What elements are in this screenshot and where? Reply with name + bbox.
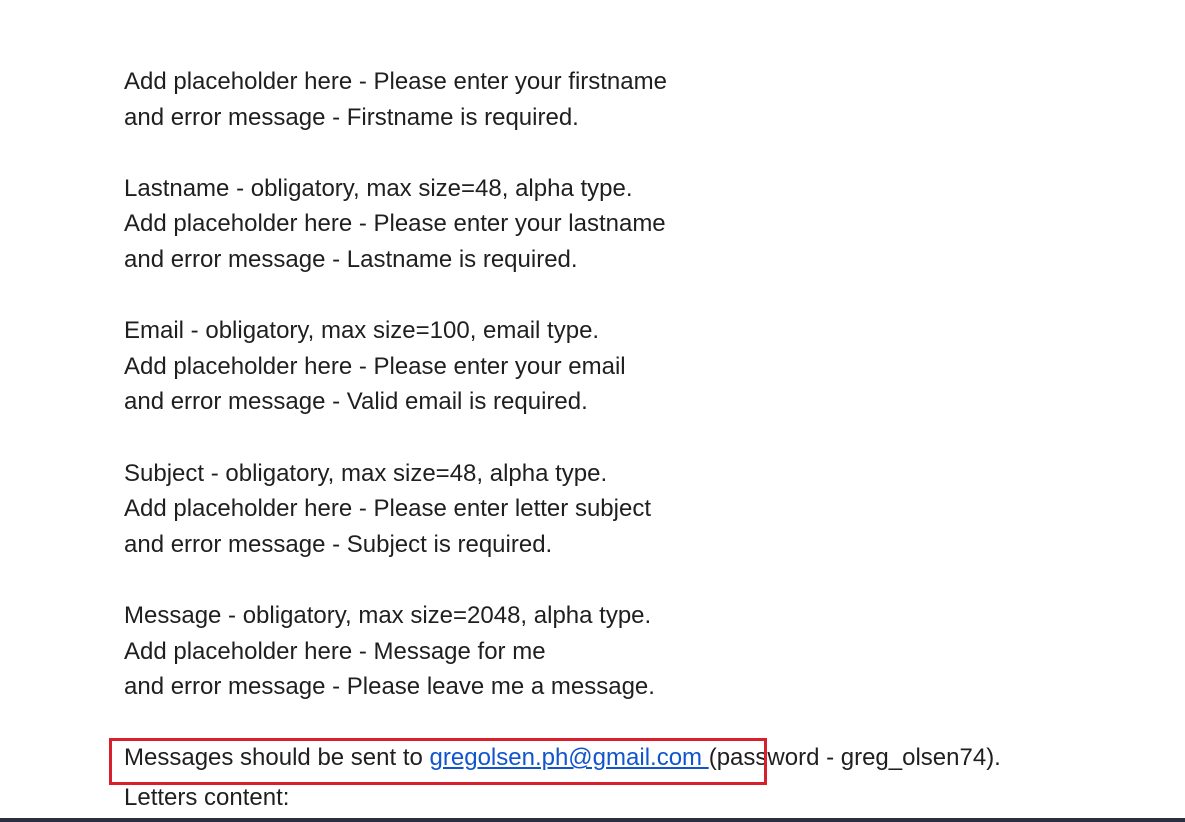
email-block: Email - obligatory, max size=100, email … [124, 313, 1164, 420]
message-error-line: and error message - Please leave me a me… [124, 673, 655, 701]
subject-error-line: and error message - Subject is required. [124, 530, 553, 558]
email-link[interactable]: gregolsen.ph@gmail.com [430, 744, 709, 771]
firstname-error-line: and error message - Firstname is require… [124, 103, 579, 131]
message-block: Message - obligatory, max size=2048, alp… [124, 598, 1164, 705]
firstname-placeholder-line: Add placeholder here - Please enter your… [124, 68, 667, 95]
lastname-error-line: and error message - Lastname is required… [124, 245, 578, 273]
email-placeholder-line: Add placeholder here - Please enter your… [124, 352, 626, 380]
send-to-suffix: (password - greg_olsen74). [708, 744, 1001, 772]
send-to-block: Messages should be sent to gregolsen.ph@… [124, 740, 1164, 776]
lastname-spec-line: Lastname - obligatory, max size=48, alph… [124, 174, 633, 202]
document-body: Add placeholder here - Please enter your… [124, 64, 1164, 776]
send-to-prefix: Messages should be sent to [124, 744, 430, 772]
subject-spec-line: Subject - obligatory, max size=48, alpha… [124, 459, 608, 487]
letters-content-label: Letters content: [124, 784, 290, 811]
email-spec-line: Email - obligatory, max size=100, email … [124, 317, 600, 345]
lastname-block: Lastname - obligatory, max size=48, alph… [124, 171, 1164, 278]
firstname-block: Add placeholder here - Please enter your… [124, 64, 1164, 135]
message-placeholder-line: Add placeholder here - Message for me [124, 637, 546, 665]
send-to-line: Messages should be sent to gregolsen.ph@… [124, 740, 1164, 776]
lastname-placeholder-line: Add placeholder here - Please enter your… [124, 210, 666, 238]
message-spec-line: Message - obligatory, max size=2048, alp… [124, 601, 652, 629]
email-error-line: and error message - Valid email is requi… [124, 388, 588, 416]
subject-placeholder-line: Add placeholder here - Please enter lett… [124, 495, 651, 523]
subject-block: Subject - obligatory, max size=48, alpha… [124, 456, 1164, 563]
window-bottom-edge [0, 818, 1185, 822]
